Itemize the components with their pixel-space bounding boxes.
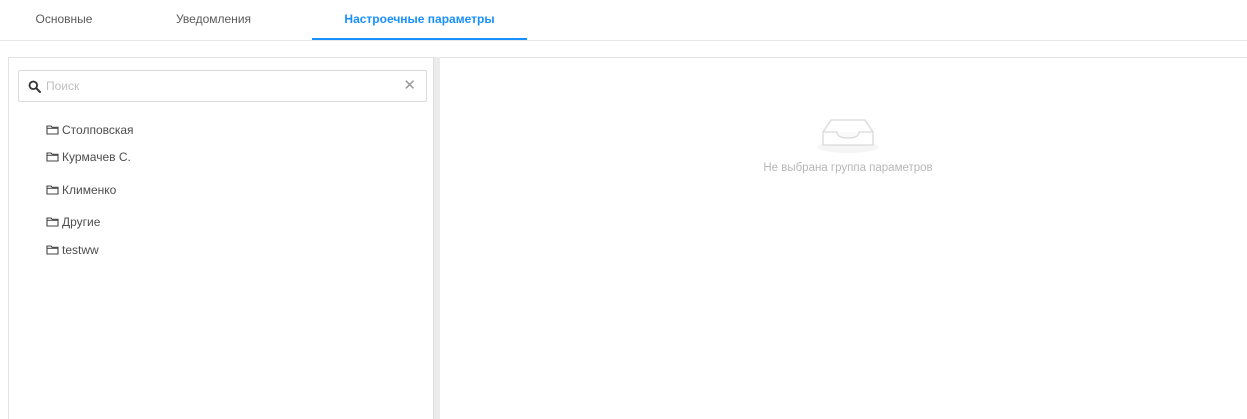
parameter-groups-panel <box>8 57 440 419</box>
tree-item-label: Другие <box>62 215 101 229</box>
folder-icon <box>46 185 59 195</box>
tree-item[interactable]: testww <box>46 240 99 260</box>
tree-item[interactable]: Курмачев С. <box>46 147 131 167</box>
search-icon <box>28 80 41 93</box>
tab-notifications[interactable]: Уведомления <box>166 0 261 41</box>
tree-item-label: testww <box>62 243 99 257</box>
panel-splitter[interactable] <box>433 57 440 419</box>
folder-icon <box>46 152 59 162</box>
tab-settings-parameters[interactable]: Настроечные параметры <box>312 0 527 41</box>
active-tab-indicator <box>312 38 527 40</box>
search-box: ✕ <box>18 70 427 102</box>
folder-icon <box>46 125 59 135</box>
tree-item-label: Курмачев С. <box>62 150 131 164</box>
folder-icon <box>46 217 59 227</box>
tree-item[interactable]: Другие <box>46 212 100 232</box>
tree-item-label: Клименко <box>62 183 117 197</box>
tree-item-label: Столповская <box>62 123 134 137</box>
empty-state-text: Не выбрана группа параметров <box>763 162 933 174</box>
tree-item[interactable]: Столповская <box>46 120 134 140</box>
search-input[interactable] <box>46 75 386 97</box>
close-icon[interactable]: ✕ <box>403 77 416 95</box>
folder-icon <box>46 245 59 255</box>
tab-main[interactable]: Основные <box>32 0 96 41</box>
inbox-icon <box>817 119 879 153</box>
tree-item[interactable]: Клименко <box>46 180 116 200</box>
tab-bar: Основные Уведомления Настроечные парамет… <box>0 0 1247 41</box>
